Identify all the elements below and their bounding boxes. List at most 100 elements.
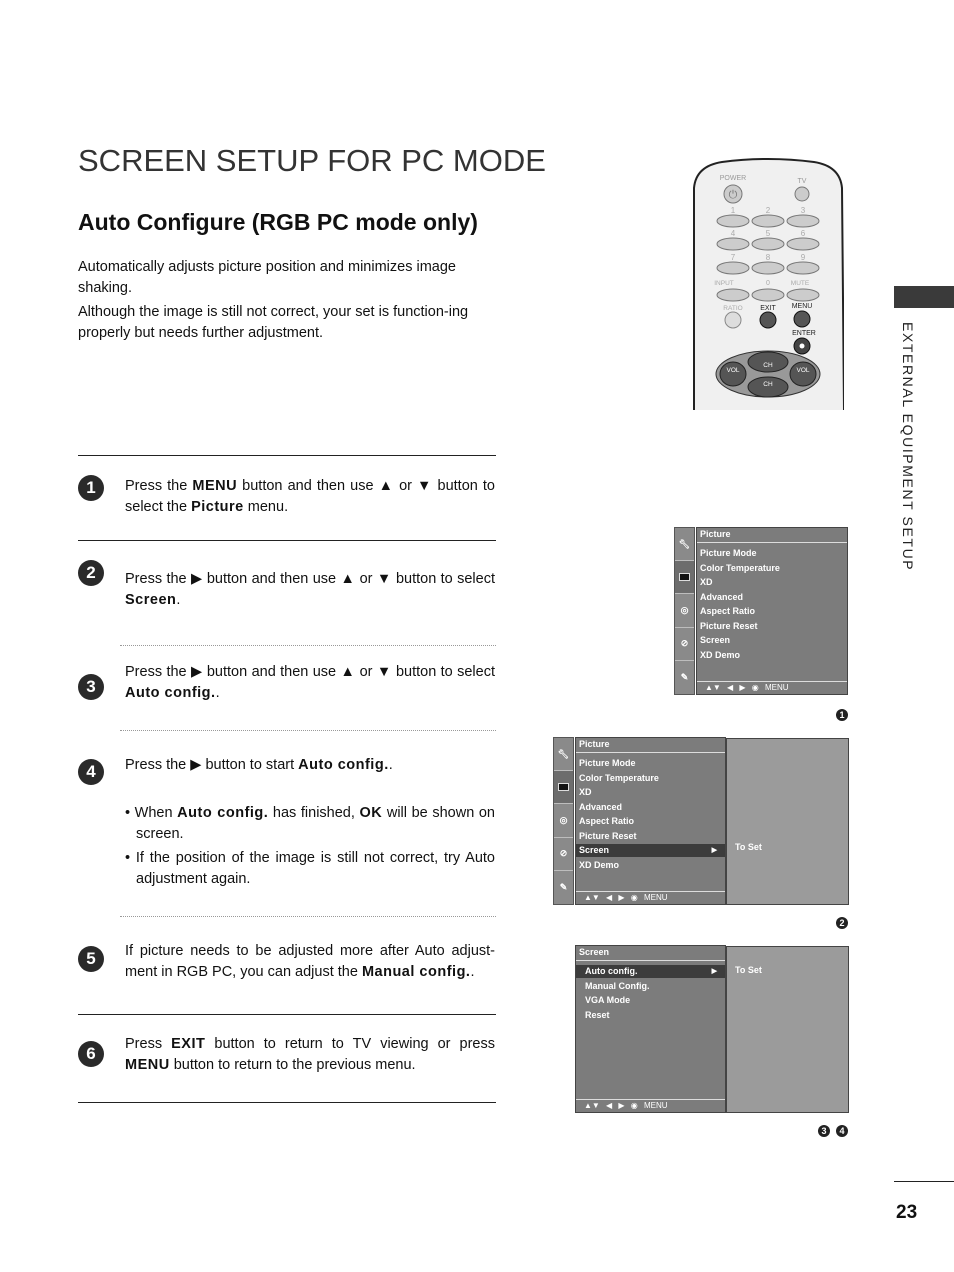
osd-menu-title: Screen [576, 946, 725, 961]
osd-menu-item-label: XD [700, 577, 713, 587]
osd-nav-hint: ▲▼ ◀ ▶ ◉ MENU [576, 1099, 725, 1112]
osd-menu-item-label: Aspect Ratio [700, 606, 756, 616]
submenu-arrow-icon: ▶ [711, 847, 717, 854]
osd-menu-panel: Picture Picture Mode Color Temperature XD A… [696, 527, 848, 695]
digit-label: 8 [766, 253, 771, 262]
osd-menu-item-label: XD Demo [700, 649, 741, 660]
menu-label: MENU [792, 303, 813, 310]
key-label: Auto config. [298, 757, 389, 773]
dotted-divider [120, 645, 496, 646]
step-badge: 1 [836, 709, 848, 721]
osd-menu-item-label: Auto config. [585, 966, 638, 976]
text: Press the ▶ button to start [125, 757, 299, 773]
digit-label: 1 [731, 206, 736, 215]
osd-submenu-panel: To Set [726, 738, 849, 905]
text: button to return to TV viewing or press [205, 1036, 495, 1052]
exit-button [759, 311, 777, 329]
osd-menu-item: VGA Mode [576, 994, 725, 1007]
text: . [388, 757, 393, 773]
text: Press [125, 1036, 172, 1052]
step-number-badge: 3 [78, 674, 104, 700]
bullet-item: • If the position of the image is still … [125, 850, 495, 887]
mute-button [786, 288, 820, 302]
key-label: Screen [125, 592, 177, 608]
osd-category-icons: 🔧︎ ◎ ⊘ ✎ [553, 737, 574, 905]
intro-paragraph: Automatically adjusts picture position a… [78, 259, 456, 296]
picture-icon [554, 771, 573, 805]
osd-menu-item-label: Manual Config. [585, 980, 650, 991]
osd-menu-item: Color Temperature [697, 562, 847, 575]
digit-button-8 [751, 261, 785, 275]
step-text: Press the ▶ button and then use ▲ or ▼ b… [125, 662, 495, 704]
menu-button [793, 310, 811, 328]
osd-menu-item: Manual Config. [576, 980, 725, 993]
power-label: POWER [720, 175, 746, 182]
digit-label: 3 [801, 206, 806, 215]
step-badge: 3 [818, 1125, 830, 1137]
key-label: Picture [191, 499, 244, 515]
audio-icon: ◎ [675, 594, 694, 628]
ch-down-label: CH [763, 381, 773, 388]
key-label: Auto config. [125, 685, 216, 701]
divider [78, 455, 496, 456]
page-number-rule [894, 1181, 954, 1182]
text: Press the [125, 478, 193, 494]
osd-menu-item-label: XD Demo [579, 859, 620, 870]
osd-menu-item-label: Picture Mode [700, 548, 757, 558]
digit-button-4 [716, 237, 750, 251]
osd-menu-item: Aspect Ratio [697, 605, 847, 618]
digit-button-6 [786, 237, 820, 251]
key-label: MENU [125, 1057, 170, 1073]
text: . [470, 964, 475, 980]
step-text: Press the MENU button and then use ▲ or … [125, 476, 495, 518]
step-badge: 2 [836, 917, 848, 929]
setup-icon: 🔧︎ [675, 528, 694, 562]
osd-menu-item-label: Screen [579, 845, 610, 855]
tv-label: TV [798, 178, 807, 185]
osd-menu-item-label: VGA Mode [585, 995, 631, 1005]
osd-menu-item: XD [576, 786, 725, 799]
step-number-badge: 5 [78, 946, 104, 972]
power-icon: ⏻ [729, 189, 738, 201]
section-tab-marker [894, 286, 954, 308]
digit-buttons: 1 2 3 4 5 6 7 8 9 [716, 206, 820, 275]
ratio-button [724, 311, 742, 329]
osd-menu-item-label: Screen [700, 635, 731, 645]
digit-label: 7 [731, 253, 736, 262]
submenu-arrow-icon: ▶ [711, 968, 717, 975]
step-text: Press the ▶ button and then use ▲ or ▼ b… [125, 569, 495, 611]
osd-menu-item: XD Demo [697, 649, 847, 662]
osd-menu-item: Aspect Ratio [576, 815, 725, 828]
osd-menu-panel: Screen Auto config. ▶ Manual Config. VGA Mo… [575, 945, 726, 1113]
text: has finished, [268, 805, 360, 821]
osd-menu-item: Reset [576, 1009, 725, 1022]
page-number: 23 [896, 1202, 918, 1223]
setup-icon: 🔧︎ [554, 738, 573, 772]
zero-button [751, 288, 785, 302]
vol-left-button [719, 361, 747, 387]
osd-menu-item: Picture Mode [697, 547, 847, 560]
key-label: OK [359, 805, 383, 821]
ch-up-label: CH [763, 362, 773, 369]
picture-icon [675, 561, 694, 595]
section-title: Auto Configure (RGB PC mode only) [78, 209, 478, 235]
step-number-badge: 2 [78, 560, 104, 586]
divider [78, 1014, 496, 1015]
osd-menu-item-label: Picture Reset [700, 620, 758, 631]
exit-label: EXIT [760, 305, 776, 312]
remote-control-illustration: POWER ⏻ TV 1 2 34 5 67 8 9 INPUT 0 MUTE RATIO … [693, 158, 844, 410]
digit-button-5 [751, 237, 785, 251]
page-title: SCREEN SETUP FOR PC MODE [78, 143, 546, 178]
step-bullets: • When Auto config. has finished, OK wil… [125, 803, 495, 890]
input-label: INPUT [714, 280, 734, 287]
step-text: Press the ▶ button to start Auto config.… [125, 755, 495, 776]
time-icon: ⊘ [675, 628, 694, 661]
digit-button-1 [716, 214, 750, 228]
mute-label: MUTE [791, 280, 810, 287]
divider [78, 1102, 496, 1103]
digit-label: 5 [766, 229, 771, 238]
osd-submenu-panel: To Set [726, 946, 849, 1113]
dotted-divider [120, 916, 496, 917]
digit-button-3 [786, 214, 820, 228]
digit-label: 9 [801, 253, 806, 262]
